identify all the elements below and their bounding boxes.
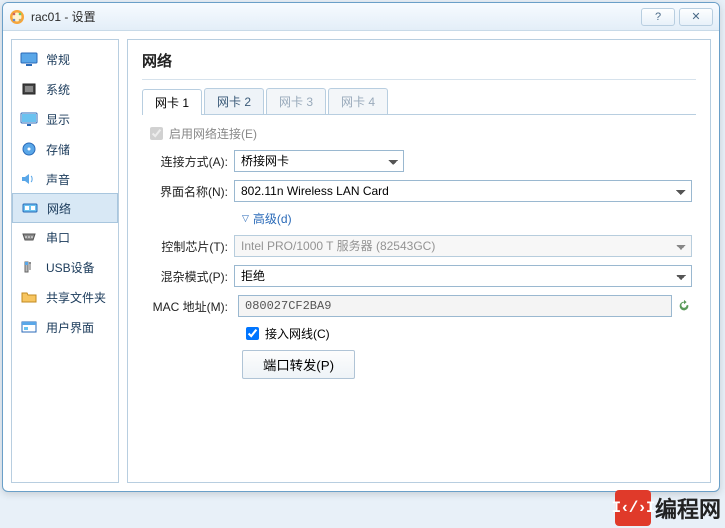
port-forward-button[interactable]: 端口转发(P) xyxy=(242,350,355,379)
sidebar-item-ui[interactable]: 用户界面 xyxy=(12,312,118,342)
cable-checkbox[interactable] xyxy=(246,327,259,340)
titlebar: rac01 - 设置 ? ✕ xyxy=(3,3,719,31)
cable-label: 接入网线(C) xyxy=(265,325,330,342)
tab-pane: 启用网络连接(E) 连接方式(A): 桥接网卡 界面名称(N): 802.11n… xyxy=(142,115,696,389)
interface-label: 界面名称(N): xyxy=(146,183,234,200)
disk-icon xyxy=(20,142,38,156)
tab-adapter-1[interactable]: 网卡 1 xyxy=(142,89,202,115)
tabs: 网卡 1 网卡 2 网卡 3 网卡 4 xyxy=(142,88,696,115)
sidebar-item-label: 用户界面 xyxy=(46,319,94,336)
close-button[interactable]: ✕ xyxy=(679,8,713,26)
network-icon xyxy=(21,201,39,215)
sidebar-item-display[interactable]: 显示 xyxy=(12,104,118,134)
advanced-toggle[interactable]: ▽ 高级(d) xyxy=(242,210,692,227)
content-title: 网络 xyxy=(142,50,696,71)
window-body: 常规 系统 显示 存储 声音 网络 xyxy=(3,31,719,491)
promisc-select[interactable]: 拒绝 xyxy=(234,265,692,287)
attached-label: 连接方式(A): xyxy=(146,153,234,170)
sidebar-item-label: 存储 xyxy=(46,141,70,158)
sidebar-item-label: 共享文件夹 xyxy=(46,289,106,306)
sidebar-item-label: 网络 xyxy=(47,200,71,217)
sidebar-item-label: 系统 xyxy=(46,81,70,98)
sidebar-item-label: 常规 xyxy=(46,51,70,68)
chipset-select: Intel PRO/1000 T 服务器 (82543GC) xyxy=(234,235,692,257)
ui-icon xyxy=(20,320,38,334)
tab-adapter-2[interactable]: 网卡 2 xyxy=(204,88,264,114)
help-button[interactable]: ? xyxy=(641,8,675,26)
sidebar-item-usb[interactable]: USB设备 xyxy=(12,252,118,282)
chipset-label: 控制芯片(T): xyxy=(146,238,234,255)
speaker-icon xyxy=(20,172,38,186)
window-title: rac01 - 设置 xyxy=(31,8,637,25)
mac-label: MAC 地址(M): xyxy=(146,298,234,315)
advanced-label: 高级(d) xyxy=(253,210,292,227)
divider xyxy=(142,79,696,80)
chevron-down-icon: ▽ xyxy=(242,213,249,224)
tab-adapter-4[interactable]: 网卡 4 xyxy=(328,88,388,114)
chip-icon xyxy=(20,82,38,96)
watermark-text: 编程网 xyxy=(655,492,721,524)
sidebar-item-label: 串口 xyxy=(46,229,70,246)
usb-icon xyxy=(20,260,38,274)
promisc-row: 混杂模式(P): 拒绝 xyxy=(146,265,692,287)
sidebar-item-general[interactable]: 常规 xyxy=(12,44,118,74)
app-icon xyxy=(9,9,25,25)
sidebar-item-label: USB设备 xyxy=(46,259,95,276)
sidebar-item-label: 声音 xyxy=(46,171,70,188)
watermark: I‹/›I 编程网 xyxy=(615,490,721,526)
sidebar-item-system[interactable]: 系统 xyxy=(12,74,118,104)
content-panel: 网络 网卡 1 网卡 2 网卡 3 网卡 4 启用网络连接(E) 连接方式(A)… xyxy=(127,39,711,483)
display-icon xyxy=(20,112,38,126)
settings-window: rac01 - 设置 ? ✕ 常规 系统 显示 存储 声音 xyxy=(2,2,720,492)
sidebar-item-storage[interactable]: 存储 xyxy=(12,134,118,164)
sidebar-item-audio[interactable]: 声音 xyxy=(12,164,118,194)
promisc-label: 混杂模式(P): xyxy=(146,268,234,285)
mac-field[interactable] xyxy=(238,295,672,317)
interface-select[interactable]: 802.11n Wireless LAN Card xyxy=(234,180,692,202)
enable-network-label: 启用网络连接(E) xyxy=(169,125,257,142)
monitor-icon xyxy=(20,52,38,66)
sidebar-item-network[interactable]: 网络 xyxy=(12,193,118,223)
attached-row: 连接方式(A): 桥接网卡 xyxy=(146,150,692,172)
cable-row: 接入网线(C) xyxy=(242,325,692,342)
tab-adapter-3[interactable]: 网卡 3 xyxy=(266,88,326,114)
enable-network-row: 启用网络连接(E) xyxy=(146,125,692,142)
sidebar-item-label: 显示 xyxy=(46,111,70,128)
sidebar: 常规 系统 显示 存储 声音 网络 xyxy=(11,39,119,483)
enable-network-checkbox[interactable] xyxy=(150,127,163,140)
attached-select[interactable]: 桥接网卡 xyxy=(234,150,404,172)
mac-row: MAC 地址(M): xyxy=(146,295,692,317)
folder-icon xyxy=(20,290,38,304)
watermark-badge: I‹/›I xyxy=(615,490,651,526)
sidebar-item-shared[interactable]: 共享文件夹 xyxy=(12,282,118,312)
refresh-mac-icon[interactable] xyxy=(676,298,692,314)
chipset-row: 控制芯片(T): Intel PRO/1000 T 服务器 (82543GC) xyxy=(146,235,692,257)
interface-row: 界面名称(N): 802.11n Wireless LAN Card xyxy=(146,180,692,202)
serial-icon xyxy=(20,230,38,244)
sidebar-item-serial[interactable]: 串口 xyxy=(12,222,118,252)
